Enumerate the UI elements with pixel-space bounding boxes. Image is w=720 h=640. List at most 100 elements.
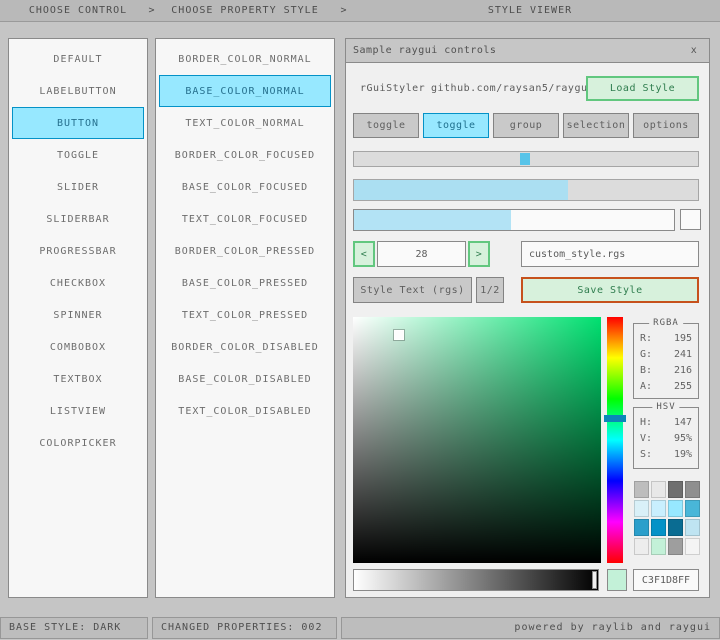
rgba-green-label: G:	[640, 349, 652, 360]
sliderbar-sample[interactable]	[353, 209, 675, 231]
control-item-checkbox[interactable]: CHECKBOX	[12, 267, 144, 299]
palette-swatch[interactable]	[685, 519, 700, 536]
rgba-red-row: R: 195	[634, 330, 698, 346]
control-item-slider[interactable]: SLIDER	[12, 171, 144, 203]
breadcrumb-style-viewer: STYLE VIEWER	[350, 0, 710, 22]
spinner-increment-button[interactable]: >	[468, 241, 490, 267]
hsv-saturation-value: 19%	[674, 449, 692, 460]
palette-swatch[interactable]	[668, 481, 683, 498]
property-item-text-color-disabled[interactable]: TEXT_COLOR_DISABLED	[159, 395, 331, 427]
rgba-blue-value: 216	[674, 365, 692, 376]
hsv-group: HSV H:147 V:95% S:19%	[633, 407, 699, 469]
palette-swatch[interactable]	[634, 481, 649, 498]
palette-swatch[interactable]	[668, 538, 683, 555]
hsv-value-row: V: 95%	[634, 430, 698, 446]
breadcrumb-choose-control: CHOOSE CONTROL	[8, 0, 148, 22]
palette-swatch[interactable]	[685, 500, 700, 517]
controls-list: DEFAULT LABELBUTTON BUTTON TOGGLE SLIDER…	[8, 38, 148, 598]
close-icon[interactable]: x	[686, 43, 702, 59]
toggle-sample-options[interactable]: options	[633, 113, 699, 138]
palette-swatch[interactable]	[668, 500, 683, 517]
toggle-sample-group[interactable]: group	[493, 113, 559, 138]
rgba-red-value: 195	[674, 333, 692, 344]
toggle-sample-selection[interactable]: selection	[563, 113, 629, 138]
rgba-green-value: 241	[674, 349, 692, 360]
hsv-hue-value: 147	[674, 417, 692, 428]
palette-swatch[interactable]	[685, 538, 700, 555]
spinner-value[interactable]: 28	[377, 241, 466, 267]
control-item-textbox[interactable]: TEXTBOX	[12, 363, 144, 395]
app-name-label: rGuiStyler	[360, 83, 425, 95]
rgba-alpha-row: A:255	[634, 378, 698, 394]
palette-swatch[interactable]	[685, 481, 700, 498]
hex-color-input[interactable]: C3F1D8FF	[633, 569, 699, 591]
window-titlebar[interactable]: Sample raygui controls x	[346, 39, 709, 63]
rgba-green-row: G: 241	[634, 346, 698, 362]
color-selector-icon[interactable]	[394, 330, 404, 340]
color-saturation-square[interactable]	[353, 317, 601, 563]
hsv-value-label: V:	[640, 433, 652, 444]
hue-slider[interactable]	[607, 317, 623, 563]
value-gradient-bar[interactable]	[353, 569, 599, 591]
palette-swatch[interactable]	[651, 500, 666, 517]
rgba-group: RGBA R:195 G:241 B:216 A:255	[633, 323, 699, 399]
hsv-hue-row: H: 147	[634, 414, 698, 430]
control-item-default[interactable]: DEFAULT	[12, 43, 144, 75]
properties-list: BORDER_COLOR_NORMAL BASE_COLOR_NORMAL TE…	[155, 38, 335, 598]
control-item-button[interactable]: BUTTON	[12, 107, 144, 139]
palette-swatch[interactable]	[668, 519, 683, 536]
control-item-listview[interactable]: LISTVIEW	[12, 395, 144, 427]
property-item-border-color-pressed[interactable]: BORDER_COLOR_PRESSED	[159, 235, 331, 267]
palette-swatch[interactable]	[651, 481, 666, 498]
breadcrumb-choose-property: CHOOSE PROPERTY STYLE	[155, 0, 335, 22]
property-item-base-color-disabled[interactable]: BASE_COLOR_DISABLED	[159, 363, 331, 395]
property-item-border-color-disabled[interactable]: BORDER_COLOR_DISABLED	[159, 331, 331, 363]
progressbar-fill	[354, 180, 568, 200]
repo-link[interactable]: github.com/raysan5/raygui	[431, 83, 591, 95]
status-base-style: BASE STYLE: DARK	[0, 617, 148, 639]
property-item-text-color-normal[interactable]: TEXT_COLOR_NORMAL	[159, 107, 331, 139]
save-style-button[interactable]: Save Style	[521, 277, 699, 303]
palette-swatch[interactable]	[651, 538, 666, 555]
slider-sample[interactable]	[353, 151, 699, 167]
control-item-combobox[interactable]: COMBOBOX	[12, 331, 144, 363]
control-item-labelbutton[interactable]: LABELBUTTON	[12, 75, 144, 107]
hsv-value-value: 95%	[674, 433, 692, 444]
control-item-spinner[interactable]: SPINNER	[12, 299, 144, 331]
property-item-border-color-normal[interactable]: BORDER_COLOR_NORMAL	[159, 43, 331, 75]
palette-swatch[interactable]	[651, 519, 666, 536]
load-style-button[interactable]: Load Style	[586, 76, 699, 101]
control-item-toggle[interactable]: TOGGLE	[12, 139, 144, 171]
property-item-border-color-focused[interactable]: BORDER_COLOR_FOCUSED	[159, 139, 331, 171]
rgba-red-label: R:	[640, 333, 652, 344]
color-palette-grid	[634, 481, 700, 555]
hue-slider-handle[interactable]	[604, 415, 626, 422]
hsv-hue-label: H:	[640, 417, 652, 428]
property-item-base-color-normal[interactable]: BASE_COLOR_NORMAL	[159, 75, 331, 107]
rgba-alpha-label: A:	[640, 381, 652, 392]
value-gradient-handle[interactable]	[592, 571, 597, 589]
hsv-saturation-row: S:19%	[634, 446, 698, 462]
property-item-base-color-focused[interactable]: BASE_COLOR_FOCUSED	[159, 171, 331, 203]
rgba-blue-row: B:216	[634, 362, 698, 378]
property-item-text-color-pressed[interactable]: TEXT_COLOR_PRESSED	[159, 299, 331, 331]
toggle-sample-2-active[interactable]: toggle	[423, 113, 489, 138]
page-indicator-button[interactable]: 1/2	[476, 277, 504, 303]
control-item-progressbar[interactable]: PROGRESSBAR	[12, 235, 144, 267]
control-item-sliderbar[interactable]: SLIDERBAR	[12, 203, 144, 235]
toggle-sample-1[interactable]: toggle	[353, 113, 419, 138]
slider-handle[interactable]	[520, 153, 530, 165]
status-powered-by: powered by raylib and raygui	[341, 617, 720, 639]
property-item-base-color-pressed[interactable]: BASE_COLOR_PRESSED	[159, 267, 331, 299]
palette-swatch[interactable]	[634, 500, 649, 517]
spinner-decrement-button[interactable]: <	[353, 241, 375, 267]
checkbox-sample[interactable]	[680, 209, 701, 230]
palette-swatch[interactable]	[634, 538, 649, 555]
style-text-button[interactable]: Style Text (rgs)	[353, 277, 472, 303]
control-item-colorpicker[interactable]: COLORPICKER	[12, 427, 144, 459]
breadcrumb: CHOOSE CONTROL > CHOOSE PROPERTY STYLE >…	[0, 0, 720, 22]
sliderbar-fill	[354, 210, 511, 230]
property-item-text-color-focused[interactable]: TEXT_COLOR_FOCUSED	[159, 203, 331, 235]
palette-swatch[interactable]	[634, 519, 649, 536]
filename-input[interactable]: custom_style.rgs	[521, 241, 699, 267]
